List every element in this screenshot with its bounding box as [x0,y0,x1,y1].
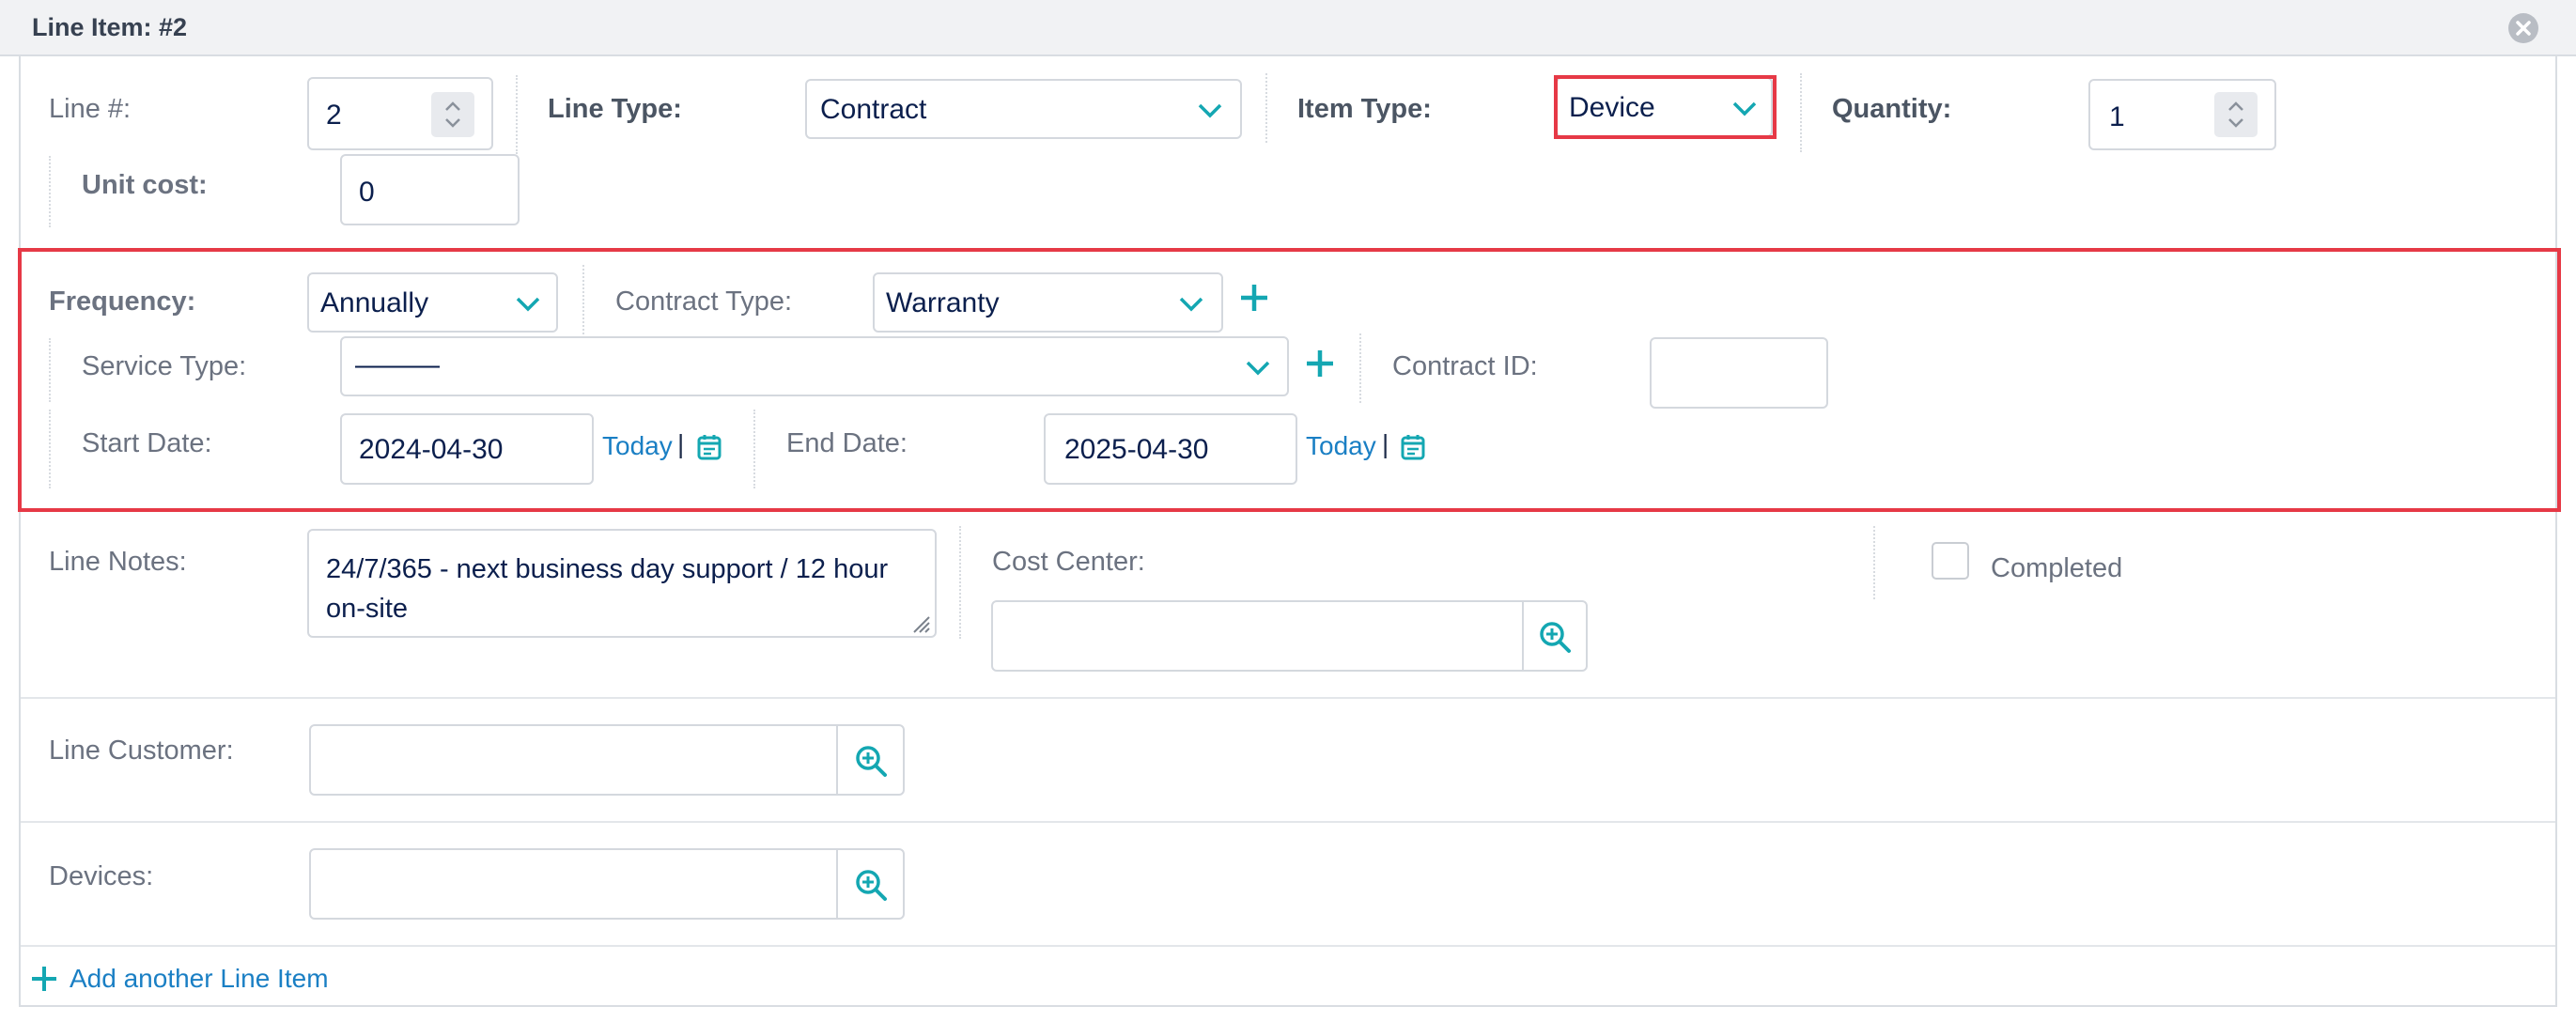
add-service-type-icon[interactable] [1304,348,1336,379]
end-date-separator: | [1382,429,1389,458]
completed-label: Completed [1991,553,2123,583]
start-date-separator: | [677,429,685,458]
resize-handle-icon [913,616,930,633]
line-customer-search-button[interactable] [836,724,905,796]
contract-id-label: Contract ID: [1392,351,1538,381]
devices-input[interactable] [309,848,838,920]
start-date-label: Start Date: [82,428,212,458]
contract-id-input[interactable] [1650,337,1828,409]
plus-icon [32,967,56,991]
close-icon[interactable] [2508,13,2538,43]
line-type-label: Line Type: [548,94,682,124]
line-notes-textarea[interactable]: 24/7/365 - next business day support / 1… [307,529,937,638]
calendar-icon[interactable] [696,433,722,461]
line-num-input[interactable]: 2 [307,77,493,150]
chevron-down-icon [1179,297,1203,312]
quantity-label: Quantity: [1832,94,1952,124]
start-date-today-link[interactable]: Today [602,431,673,461]
unit-cost-label: Unit cost: [82,170,208,200]
panel-title: Line Item: #2 [32,13,188,41]
cost-center-input[interactable] [991,600,1524,672]
zoom-in-icon [1540,622,1571,653]
stepper-arrows-icon [2228,101,2243,128]
item-type-label: Item Type: [1297,94,1432,124]
contract-type-label: Contract Type: [615,286,793,317]
cost-center-search-button[interactable] [1522,600,1588,672]
end-date-today-link[interactable]: Today [1306,431,1376,461]
line-customer-input[interactable] [309,724,838,796]
line-customer-label: Line Customer: [49,736,234,766]
start-date-input[interactable]: 2024-04-30 [340,413,594,485]
chevron-down-icon [1246,361,1270,376]
calendar-icon[interactable] [1400,433,1426,461]
unit-cost-input[interactable]: 0 [340,154,520,225]
cost-center-label: Cost Center: [992,547,1145,577]
quantity-stepper[interactable] [2214,92,2258,137]
zoom-in-icon [856,746,887,777]
line-num-label: Line #: [49,94,132,124]
line-notes-label: Line Notes: [49,547,187,577]
quantity-input[interactable]: 1 [2088,79,2276,150]
service-type-label: Service Type: [82,351,247,381]
panel-header: Line Item: #2 [0,0,2576,56]
devices-search-button[interactable] [836,848,905,920]
devices-label: Devices: [49,861,154,891]
chevron-down-icon [516,297,540,312]
add-contract-type-icon[interactable] [1238,282,1270,314]
zoom-in-icon [856,870,887,901]
contract-type-select[interactable]: Warranty [873,272,1223,333]
chevron-down-icon [1198,103,1222,118]
end-date-input[interactable]: 2025-04-30 [1044,413,1297,485]
line-type-select[interactable]: Contract [805,79,1242,139]
item-type-highlight [1554,75,1777,139]
stepper-arrows-icon [445,101,460,128]
service-type-select[interactable]: ——— [340,336,1289,396]
completed-checkbox[interactable] [1932,542,1969,580]
end-date-label: End Date: [786,428,908,458]
line-num-stepper[interactable] [431,92,474,137]
add-line-item-link[interactable]: Add another Line Item [30,960,329,998]
frequency-select[interactable]: Annually [307,272,558,333]
frequency-label: Frequency: [49,286,196,317]
